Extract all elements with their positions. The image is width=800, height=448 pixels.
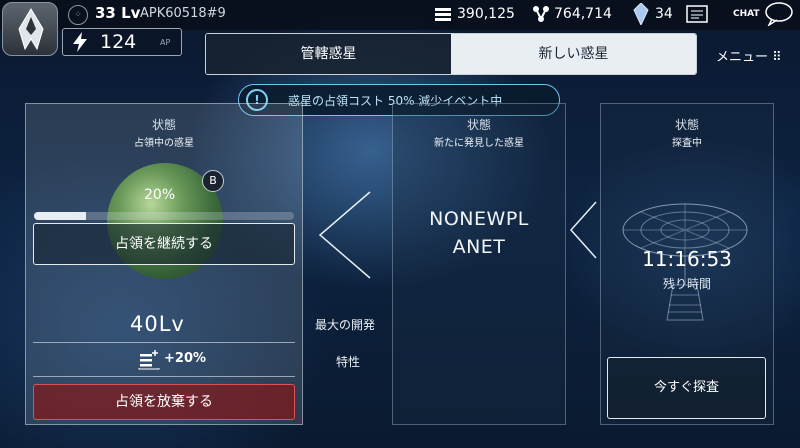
chevron-left-icon [318, 191, 371, 279]
chat-bubble-icon[interactable] [764, 2, 794, 28]
new-planet-panel[interactable] [392, 103, 566, 425]
planet-level: 40Lv [130, 312, 185, 336]
tab-new-planets[interactable]: 新しい惑星 [451, 34, 696, 74]
ap-value: 124 [100, 31, 137, 53]
center-status-label: 状態 [466, 118, 491, 132]
development-bonus: +20% [164, 351, 207, 366]
ap-unit: AP [160, 38, 171, 47]
occupation-percent: 20% [144, 187, 176, 203]
planet-name-line-2: ANET [452, 236, 506, 258]
chat-label[interactable]: CHAT [733, 9, 760, 19]
menu-label: メニュー [716, 50, 769, 65]
planet-grade-badge: B [202, 170, 224, 192]
abandon-occupation-button[interactable]: 占領を放棄する [33, 384, 295, 420]
occupation-progress-bar [34, 212, 294, 220]
message-board-icon[interactable] [686, 5, 708, 23]
resource-1-value: 390,125 [457, 6, 515, 22]
menu-button[interactable]: メニュー ⠿ [716, 46, 782, 65]
remaining-time-label: 残り時間 [662, 277, 711, 291]
right-status-label: 状態 [674, 118, 699, 132]
chevron-left-icon [569, 201, 597, 259]
tab-managed-planets[interactable]: 管轄惑星 [206, 34, 451, 74]
planet-name-line-1: NONEWPL [429, 208, 529, 230]
divider [33, 342, 295, 343]
right-status-value: 探査中 [672, 138, 702, 149]
player-id: APK60518#9 [140, 6, 226, 21]
trait-label: 特性 [336, 355, 361, 369]
molecule-icon [532, 5, 550, 23]
crystal-count: 34 [655, 6, 673, 22]
center-status-value: 新たに発見した惑星 [434, 138, 524, 149]
planet-tabs: 管轄惑星 新しい惑星 [205, 33, 697, 75]
stack-icon [434, 5, 452, 23]
exploration-timer: 11:16:53 [642, 247, 732, 271]
planet-name: NONEWPL ANET [392, 205, 566, 261]
grid-menu-icon: ⠿ [772, 50, 782, 65]
left-status-value: 占領中の惑星 [134, 138, 194, 149]
divider [33, 376, 295, 377]
continue-occupation-button[interactable]: 占領を継続する [33, 223, 295, 265]
lightning-icon [70, 31, 90, 53]
grid-dots-icon: ⁘ [68, 5, 88, 25]
crystal-icon [633, 2, 649, 27]
explore-now-button[interactable]: 今すぐ探査 [607, 357, 766, 419]
resource-2-value: 764,714 [554, 6, 612, 22]
max-development-label: 最大の開発 [315, 318, 376, 332]
left-status-label: 状態 [151, 118, 176, 132]
stack-plus-icon [138, 348, 160, 370]
player-level: 33 Lv [95, 4, 141, 22]
occupation-progress-fill [34, 212, 86, 220]
faction-emblem-icon[interactable] [2, 2, 58, 56]
